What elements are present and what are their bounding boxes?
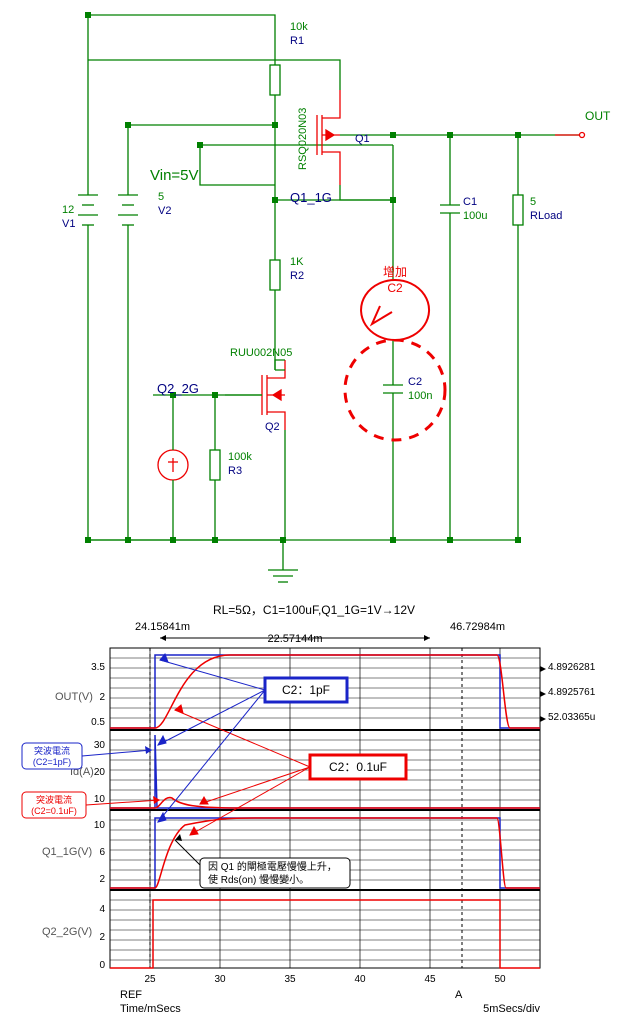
v1-name: V1 [62,218,75,230]
right-value: 52.03365u [548,712,595,723]
box-c2-1pf: C2：1pF [282,683,330,697]
box-c2-01uf: C2：0.1uF [329,760,387,774]
svg-text:使 Rds(on) 慢慢變小。: 使 Rds(on) 慢慢變小。 [208,873,309,886]
v2-name: V2 [158,205,171,217]
marker-left: 24.15841m [135,621,190,633]
ytick: 20 [94,767,106,778]
xtick: 30 [214,974,226,985]
svg-text:(C2=0.1uF): (C2=0.1uF) [31,806,77,816]
plot-title: RL=5Ω，C1=100uF,Q1_1G=1V→12V [213,603,415,617]
q1-name: Q1 [355,133,370,145]
ytick: 30 [94,740,106,751]
rload-name: RLoad [530,210,562,222]
v1-value: 12 [62,204,74,216]
c1-value: 100u [463,210,487,222]
ytick: 0.5 [91,717,105,728]
callout-line1: 增加 [383,265,407,279]
r3-name: R3 [228,465,242,477]
q2-2g-label: Q2_2G [157,381,199,396]
ref-label: REF [120,989,142,1001]
q2-name: Q2 [265,421,280,433]
r3-value: 100k [228,451,252,463]
r1-value: 10k [290,21,308,33]
xtick: 50 [494,974,506,985]
xtick: 45 [424,974,436,985]
r2-name: R2 [290,270,304,282]
vin-label: Vin=5V [150,167,199,184]
r1-name: R1 [290,35,304,47]
marker-right: 46.72984m [450,621,505,633]
v2-value: 5 [158,191,164,203]
ytick: 4 [99,904,105,915]
svg-text:(C2=1pF): (C2=1pF) [33,757,71,767]
axis-q2: Q2_2G(V) [42,926,92,938]
x-label: Time/mSecs [120,1003,181,1015]
ytick: 0 [99,960,105,971]
simulation-plot: RL=5Ω，C1=100uF,Q1_1G=1V→12V 24.15841m 46… [0,600,629,1020]
c1-name: C1 [463,196,477,208]
q1-1g-label: Q1_1G [290,190,332,205]
x-div: 5mSecs/div [483,1003,540,1015]
xtick: 25 [144,974,156,985]
ytick: 3.5 [91,662,105,673]
q2-model: RUU002N05 [230,347,292,359]
out-label: OUT [585,109,611,123]
svg-text:突波電流: 突波電流 [36,794,72,805]
r2-value: 1K [290,256,304,268]
axis-out: OUT(V) [55,691,93,703]
marker-span: 22.57144m [267,633,322,645]
right-value: 4.8926281 [548,662,596,673]
callout-c2: 增加 C2 [361,265,429,340]
ytick: 2 [99,932,105,943]
right-value: 4.8925761 [548,687,596,698]
ytick: 2 [99,874,105,885]
svg-text:突波電流: 突波電流 [34,745,70,756]
a-label: A [455,989,463,1001]
q1-model: RSQ020N03 [297,108,309,170]
ytick: 2 [99,692,105,703]
schematic-diagram: 增加 C2 10k R1 Vin=5V 12 V1 5 V2 Q1 RSQ020… [0,0,629,600]
ytick: 10 [94,820,106,831]
c2-value: 100n [408,390,432,402]
xtick: 35 [284,974,296,985]
rload-value: 5 [530,196,536,208]
axis-q1: Q1_1G(V) [42,846,92,858]
callout-line2: C2 [387,281,403,295]
ytick: 6 [99,847,105,858]
c2-name: C2 [408,376,422,388]
xtick: 40 [354,974,366,985]
svg-text:因 Q1 的閘極電壓慢慢上升，: 因 Q1 的閘極電壓慢慢上升， [208,860,337,873]
